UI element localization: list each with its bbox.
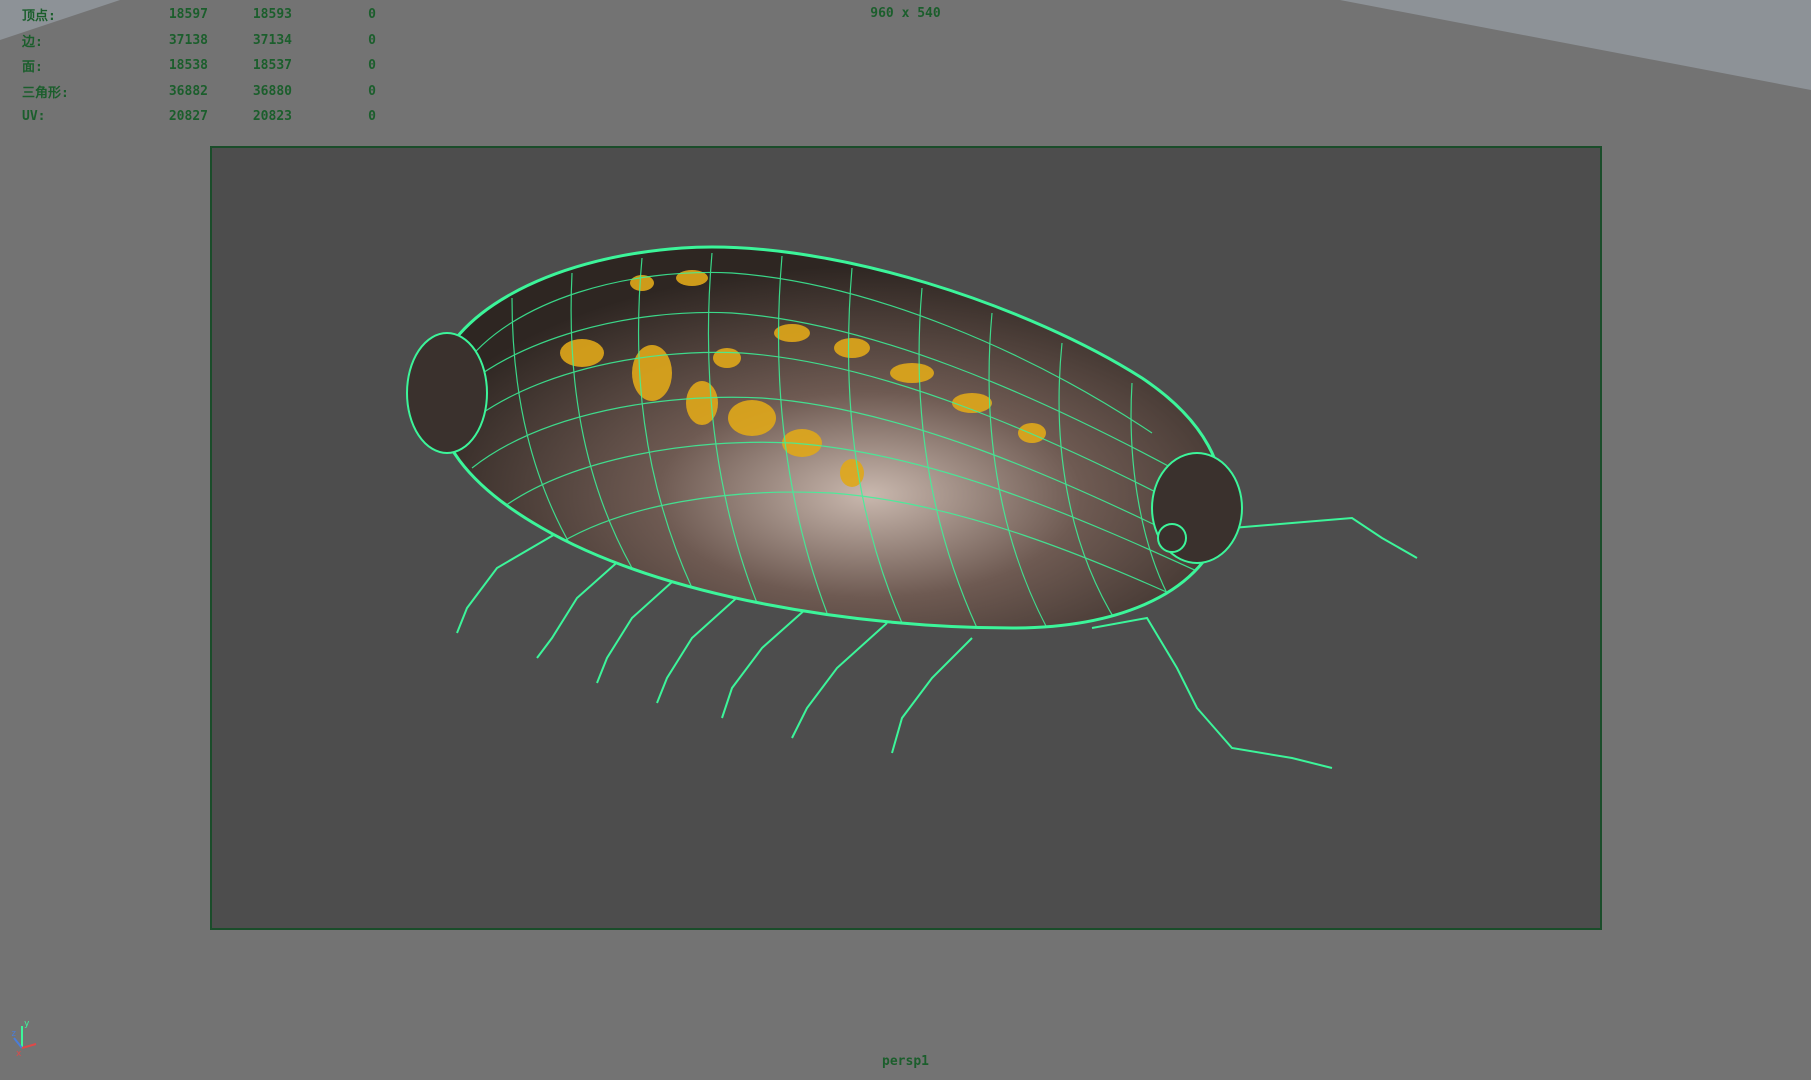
hud-row-edges: 边: 37138 37134 0	[22, 28, 376, 54]
hud-value: 18537	[252, 58, 292, 74]
hud-value: 0	[368, 83, 376, 99]
axis-y-label: y	[24, 1019, 30, 1029]
tail	[406, 332, 488, 454]
hud-row-triangles: 三角形: 36882 36880 0	[22, 79, 376, 105]
camera-name-label: persp1	[882, 1054, 929, 1069]
hud-value: 0	[368, 109, 376, 125]
hud-value: 37138	[168, 32, 208, 48]
axis-x-label: x	[16, 1049, 22, 1058]
hud-value: 20827	[168, 109, 208, 125]
heads-up-display: 顶点: 18597 18593 0 边: 37138 37134 0 面: 18…	[22, 2, 376, 130]
resolution-label: 960 x 540	[870, 6, 941, 21]
hud-row-faces: 面: 18538 18537 0	[22, 53, 376, 79]
hud-row-uvs: UV: 20827 20823 0	[22, 104, 376, 130]
head	[1151, 452, 1243, 564]
hud-value: 0	[368, 58, 376, 74]
resolution-gate[interactable]	[210, 146, 1602, 930]
hud-value: 37134	[252, 32, 292, 48]
axis-gizmo-icon: y z x	[11, 1019, 37, 1058]
hud-label: 面:	[22, 60, 43, 76]
hud-label: UV:	[22, 109, 46, 125]
hud-label: 三角形:	[22, 85, 69, 101]
axis-z-label: z	[11, 1029, 16, 1039]
hud-value: 20823	[252, 109, 292, 125]
hud-value: 18538	[168, 58, 208, 74]
hud-label: 边:	[22, 34, 43, 50]
hud-value: 36882	[168, 83, 208, 99]
hud-value: 0	[368, 32, 376, 48]
isopod-wireframe-icon[interactable]	[212, 148, 1600, 928]
hud-value: 36880	[252, 83, 292, 99]
